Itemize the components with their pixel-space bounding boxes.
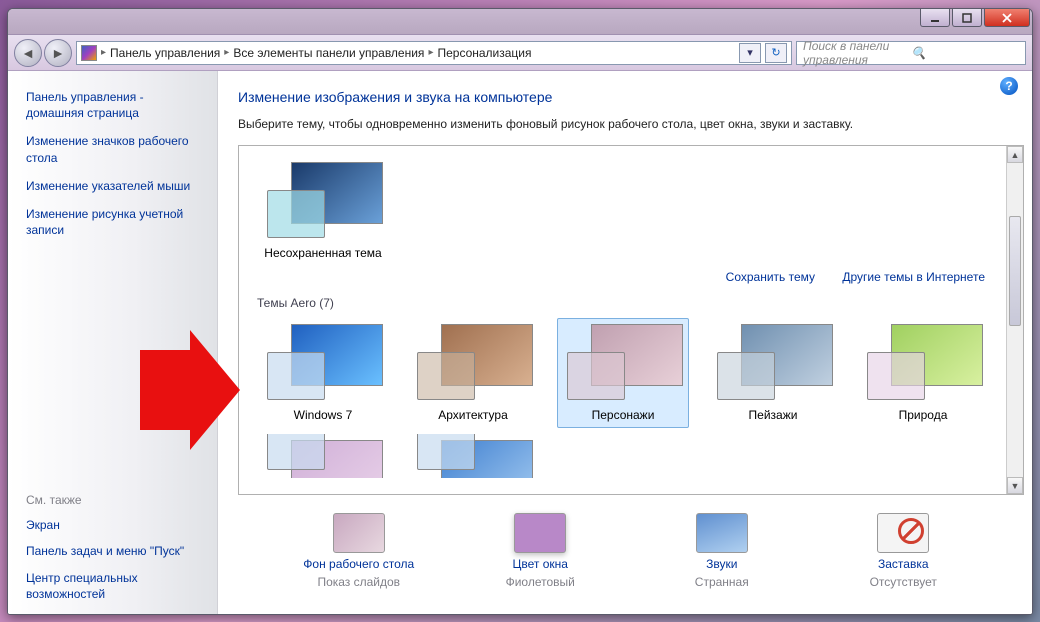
search-icon: 🔍 (911, 46, 1019, 60)
see-also-taskbar-link[interactable]: Панель задач и меню "Пуск" (26, 543, 203, 559)
control-panel-icon (81, 45, 97, 61)
theme-label: Пейзажи (749, 408, 798, 422)
chevron-right-icon: ▸ (101, 47, 106, 58)
titlebar (8, 9, 1032, 35)
sidebar-mouse-pointers-link[interactable]: Изменение указателей мыши (26, 178, 203, 194)
theme-architecture[interactable]: Архитектура (407, 318, 539, 428)
more-themes-link[interactable]: Другие темы в Интернете (842, 270, 985, 284)
main-content: ? Изменение изображения и звука на компь… (218, 71, 1032, 614)
theme-characters[interactable]: Персонажи (557, 318, 689, 428)
theme-label: Архитектура (438, 408, 508, 422)
setting-title: Заставка (878, 557, 929, 571)
sidebar-home-link[interactable]: Панель управления - домашняя страница (26, 89, 203, 121)
aero-themes-header: Темы Aero (7) (257, 296, 1005, 310)
search-input[interactable]: Поиск в панели управления 🔍 (796, 41, 1026, 65)
breadcrumb-part-2[interactable]: Все элементы панели управления (233, 46, 424, 60)
scroll-up-button[interactable]: ▲ (1007, 146, 1023, 163)
see-also-ease-link[interactable]: Центр специальных возможностей (26, 570, 203, 602)
sounds-icon (696, 513, 748, 553)
sidebar: Панель управления - домашняя страница Из… (8, 71, 218, 614)
setting-subtitle: Отсутствует (870, 575, 937, 589)
theme-landscapes[interactable]: Пейзажи (707, 318, 839, 428)
sidebar-desktop-icons-link[interactable]: Изменение значков рабочего стола (26, 133, 203, 165)
screensaver-icon (877, 513, 929, 553)
save-theme-link[interactable]: Сохранить тему (726, 270, 815, 284)
setting-sounds[interactable]: Звуки Странная (647, 513, 797, 589)
theme-label: Windows 7 (294, 408, 353, 422)
theme-nature[interactable]: Природа (857, 318, 989, 428)
see-also-display-link[interactable]: Экран (26, 517, 203, 533)
close-button[interactable] (984, 9, 1030, 27)
theme-unsaved[interactable]: Несохраненная тема (257, 156, 389, 266)
chevron-right-icon: ▸ (428, 47, 433, 58)
sidebar-account-picture-link[interactable]: Изменение рисунка учетной записи (26, 206, 203, 238)
settings-row: Фон рабочего стола Показ слайдов Цвет ок… (238, 503, 1024, 589)
address-toolbar: ◄ ► ▸ Панель управления ▸ Все элементы п… (8, 35, 1032, 71)
window-color-icon (514, 513, 566, 553)
setting-screensaver[interactable]: Заставка Отсутствует (828, 513, 978, 589)
themes-panel: Несохраненная тема Сохранить тему Другие… (238, 145, 1024, 495)
chevron-right-icon: ▸ (224, 47, 229, 58)
page-subtitle: Выберите тему, чтобы одновременно измени… (238, 117, 1024, 131)
setting-subtitle: Фиолетовый (506, 575, 575, 589)
breadcrumb-part-1[interactable]: Панель управления (110, 46, 220, 60)
theme-windows7[interactable]: Windows 7 (257, 318, 389, 428)
address-bar[interactable]: ▸ Панель управления ▸ Все элементы панел… (76, 41, 792, 65)
theme-label: Персонажи (592, 408, 655, 422)
setting-title: Фон рабочего стола (303, 557, 414, 571)
search-placeholder: Поиск в панели управления (803, 39, 911, 67)
scroll-down-button[interactable]: ▼ (1007, 477, 1023, 494)
address-dropdown-button[interactable]: ▾ (739, 43, 761, 63)
scroll-thumb[interactable] (1009, 216, 1021, 326)
theme-partial-2[interactable] (407, 434, 539, 478)
nav-forward-button[interactable]: ► (44, 39, 72, 67)
see-also-header: См. также (26, 493, 203, 507)
desktop-background-icon (333, 513, 385, 553)
theme-label: Несохраненная тема (264, 246, 381, 260)
theme-partial-1[interactable] (257, 434, 389, 478)
theme-label: Природа (899, 408, 948, 422)
personalization-window: ◄ ► ▸ Панель управления ▸ Все элементы п… (7, 8, 1033, 615)
page-title: Изменение изображения и звука на компьют… (238, 89, 1024, 105)
setting-title: Звуки (706, 557, 737, 571)
setting-window-color[interactable]: Цвет окна Фиолетовый (465, 513, 615, 589)
help-icon[interactable]: ? (1000, 77, 1018, 95)
maximize-button[interactable] (952, 9, 982, 27)
breadcrumb-part-3[interactable]: Персонализация (437, 46, 531, 60)
nav-back-button[interactable]: ◄ (14, 39, 42, 67)
refresh-button[interactable]: ↻ (765, 43, 787, 63)
setting-subtitle: Странная (695, 575, 749, 589)
setting-desktop-background[interactable]: Фон рабочего стола Показ слайдов (284, 513, 434, 589)
scrollbar[interactable]: ▲ ▼ (1006, 146, 1023, 494)
minimize-button[interactable] (920, 9, 950, 27)
setting-title: Цвет окна (513, 557, 568, 571)
setting-subtitle: Показ слайдов (317, 575, 400, 589)
